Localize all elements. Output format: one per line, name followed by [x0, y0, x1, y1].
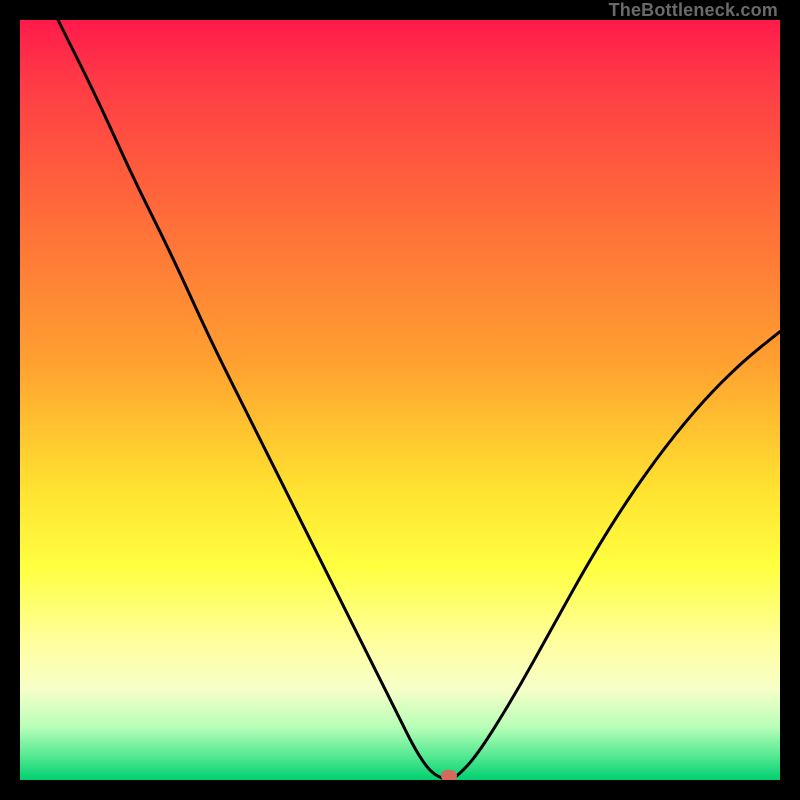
watermark-text: TheBottleneck.com	[609, 0, 778, 21]
bottleneck-curve	[20, 20, 780, 780]
chart-frame: TheBottleneck.com	[0, 0, 800, 800]
plot-area	[20, 20, 780, 780]
optimal-point-marker	[441, 770, 457, 780]
